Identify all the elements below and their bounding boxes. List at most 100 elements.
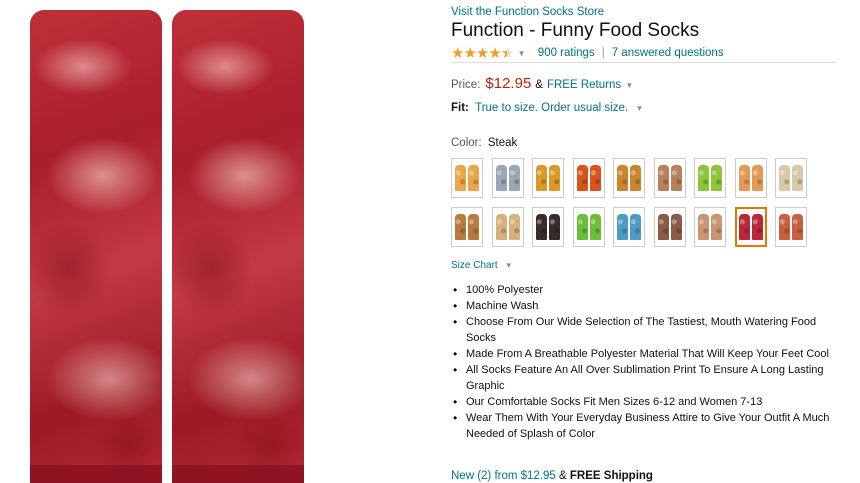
color-swatch-peach[interactable] bbox=[734, 158, 767, 198]
mini-sock-icon bbox=[495, 214, 507, 240]
mini-sock-icon bbox=[455, 214, 466, 240]
color-swatch-blue[interactable] bbox=[613, 207, 645, 247]
new-offer-link[interactable]: New (2) from $12.95 bbox=[451, 470, 556, 482]
feature-bullet: Our Comfortable Socks Fit Men Sizes 6-12… bbox=[453, 394, 845, 410]
price-row: Price: $12.95 & FREE Returns ▾ bbox=[451, 75, 646, 92]
mini-sock-icon bbox=[508, 214, 520, 240]
color-swatch-photo[interactable] bbox=[653, 207, 686, 247]
answered-questions-link[interactable]: 7 answered questions bbox=[612, 47, 724, 59]
color-swatch-lime[interactable] bbox=[572, 207, 605, 247]
price-amp: & bbox=[535, 79, 543, 91]
sock-pair-thumbnail bbox=[576, 165, 601, 191]
color-swatch-nuggets[interactable] bbox=[532, 158, 564, 198]
mini-sock-icon bbox=[657, 165, 669, 191]
color-swatch-fries[interactable] bbox=[613, 158, 645, 198]
mini-sock-icon bbox=[495, 165, 507, 191]
feature-bullet: Choose From Our Wide Selection of The Ta… bbox=[453, 314, 845, 346]
color-swatch-brown[interactable] bbox=[653, 158, 686, 198]
mini-sock-icon bbox=[536, 165, 547, 191]
mini-sock-icon bbox=[738, 165, 750, 191]
chevron-down-icon[interactable]: ▾ bbox=[627, 80, 632, 91]
mini-sock-icon bbox=[792, 214, 803, 240]
chevron-down-icon[interactable]: ▾ bbox=[506, 260, 511, 270]
sock-pair-thumbnail bbox=[738, 214, 763, 240]
chevron-down-icon[interactable]: ▾ bbox=[637, 103, 642, 113]
separator: | bbox=[601, 47, 605, 59]
color-swatch-tan[interactable] bbox=[694, 207, 726, 247]
star-icon: ★ bbox=[463, 45, 476, 62]
selected-color: Steak bbox=[487, 137, 518, 149]
mini-sock-icon bbox=[779, 165, 790, 191]
mini-sock-icon bbox=[670, 214, 682, 240]
mini-sock-icon bbox=[617, 165, 628, 191]
color-swatch-dark-dots[interactable] bbox=[532, 207, 564, 247]
mini-sock-icon bbox=[589, 165, 601, 191]
feature-bullet: Machine Wash bbox=[453, 298, 845, 314]
feature-bullet: Wear Them With Your Everyday Business At… bbox=[453, 410, 845, 442]
ratings-count-link[interactable]: 900 ratings bbox=[538, 47, 595, 59]
sock-pair-thumbnail bbox=[698, 165, 722, 191]
sock-pair-thumbnail bbox=[495, 165, 520, 191]
mini-sock-icon bbox=[508, 165, 520, 191]
color-swatch-cookie[interactable] bbox=[451, 207, 483, 247]
mini-sock-icon bbox=[589, 214, 601, 240]
feature-bullet: Made From A Breathable Polyester Materia… bbox=[453, 346, 845, 362]
mini-sock-icon bbox=[576, 165, 588, 191]
mini-sock-icon bbox=[468, 214, 479, 240]
free-shipping-label: FREE Shipping bbox=[569, 470, 653, 482]
color-swatch-steak[interactable] bbox=[734, 207, 767, 247]
sock-pair-thumbnail bbox=[455, 165, 479, 191]
color-swatch-pizza[interactable] bbox=[451, 158, 483, 198]
new-offer-row: New (2) from $12.95 & FREE Shipping bbox=[451, 470, 653, 482]
sock-pair-thumbnail bbox=[779, 214, 803, 240]
color-swatch-orange[interactable] bbox=[572, 158, 605, 198]
star-icon: ★ bbox=[488, 45, 501, 62]
sock-pair-thumbnail bbox=[576, 214, 601, 240]
color-label: Color: bbox=[451, 137, 482, 149]
color-row: Color: Steak bbox=[451, 137, 517, 149]
fit-value-link[interactable]: True to size. Order usual size. bbox=[475, 102, 628, 114]
sock-pair-thumbnail bbox=[536, 214, 560, 240]
mini-sock-icon bbox=[711, 214, 722, 240]
mini-sock-icon bbox=[657, 214, 669, 240]
star-icon: ★ bbox=[451, 45, 464, 62]
chevron-down-icon[interactable]: ▾ bbox=[519, 48, 524, 59]
mini-sock-icon bbox=[549, 165, 560, 191]
feature-bullets: 100% Polyester Machine Wash Choose From … bbox=[453, 282, 845, 442]
mini-sock-icon bbox=[751, 165, 763, 191]
rating-row: ★★★★★ ▾ 900 ratings | 7 answered questio… bbox=[451, 44, 724, 62]
color-swatch-grey[interactable] bbox=[491, 158, 524, 198]
mini-sock-icon bbox=[630, 214, 641, 240]
star-icon: ★ bbox=[475, 45, 489, 62]
color-swatch-green[interactable] bbox=[694, 158, 726, 198]
sock-pair-thumbnail bbox=[617, 214, 641, 240]
mini-sock-icon bbox=[792, 165, 803, 191]
size-chart-row: Size Chart ▾ bbox=[451, 260, 525, 271]
mini-sock-icon bbox=[711, 165, 722, 191]
sock-pair-thumbnail bbox=[698, 214, 722, 240]
mini-sock-icon bbox=[549, 214, 560, 240]
mini-sock-icon bbox=[617, 214, 628, 240]
star-rating[interactable]: ★★★★★ bbox=[451, 44, 514, 62]
feature-bullet: 100% Polyester bbox=[453, 282, 845, 298]
sock-pair-thumbnail bbox=[657, 165, 682, 191]
sock-pair-thumbnail bbox=[617, 165, 641, 191]
color-swatch-beige[interactable] bbox=[491, 207, 524, 247]
product-title: Function - Funny Food Socks bbox=[451, 20, 700, 41]
steak-sock-left bbox=[30, 10, 162, 483]
mini-sock-icon bbox=[698, 165, 709, 191]
store-link[interactable]: Visit the Function Socks Store bbox=[451, 6, 604, 18]
mini-sock-icon bbox=[468, 165, 479, 191]
steak-sock-right bbox=[172, 10, 304, 483]
mini-sock-icon bbox=[698, 214, 709, 240]
size-chart-link[interactable]: Size Chart bbox=[451, 260, 498, 271]
free-returns-link[interactable]: FREE Returns bbox=[547, 79, 621, 91]
color-swatch-bacon[interactable] bbox=[775, 207, 807, 247]
sock-pair-thumbnail bbox=[455, 214, 479, 240]
mini-sock-icon bbox=[576, 214, 588, 240]
price-label: Price: bbox=[451, 79, 481, 91]
divider bbox=[451, 62, 837, 63]
mini-sock-icon bbox=[670, 165, 682, 191]
fit-label: Fit: bbox=[451, 102, 469, 114]
color-swatch-pair[interactable] bbox=[775, 158, 807, 198]
